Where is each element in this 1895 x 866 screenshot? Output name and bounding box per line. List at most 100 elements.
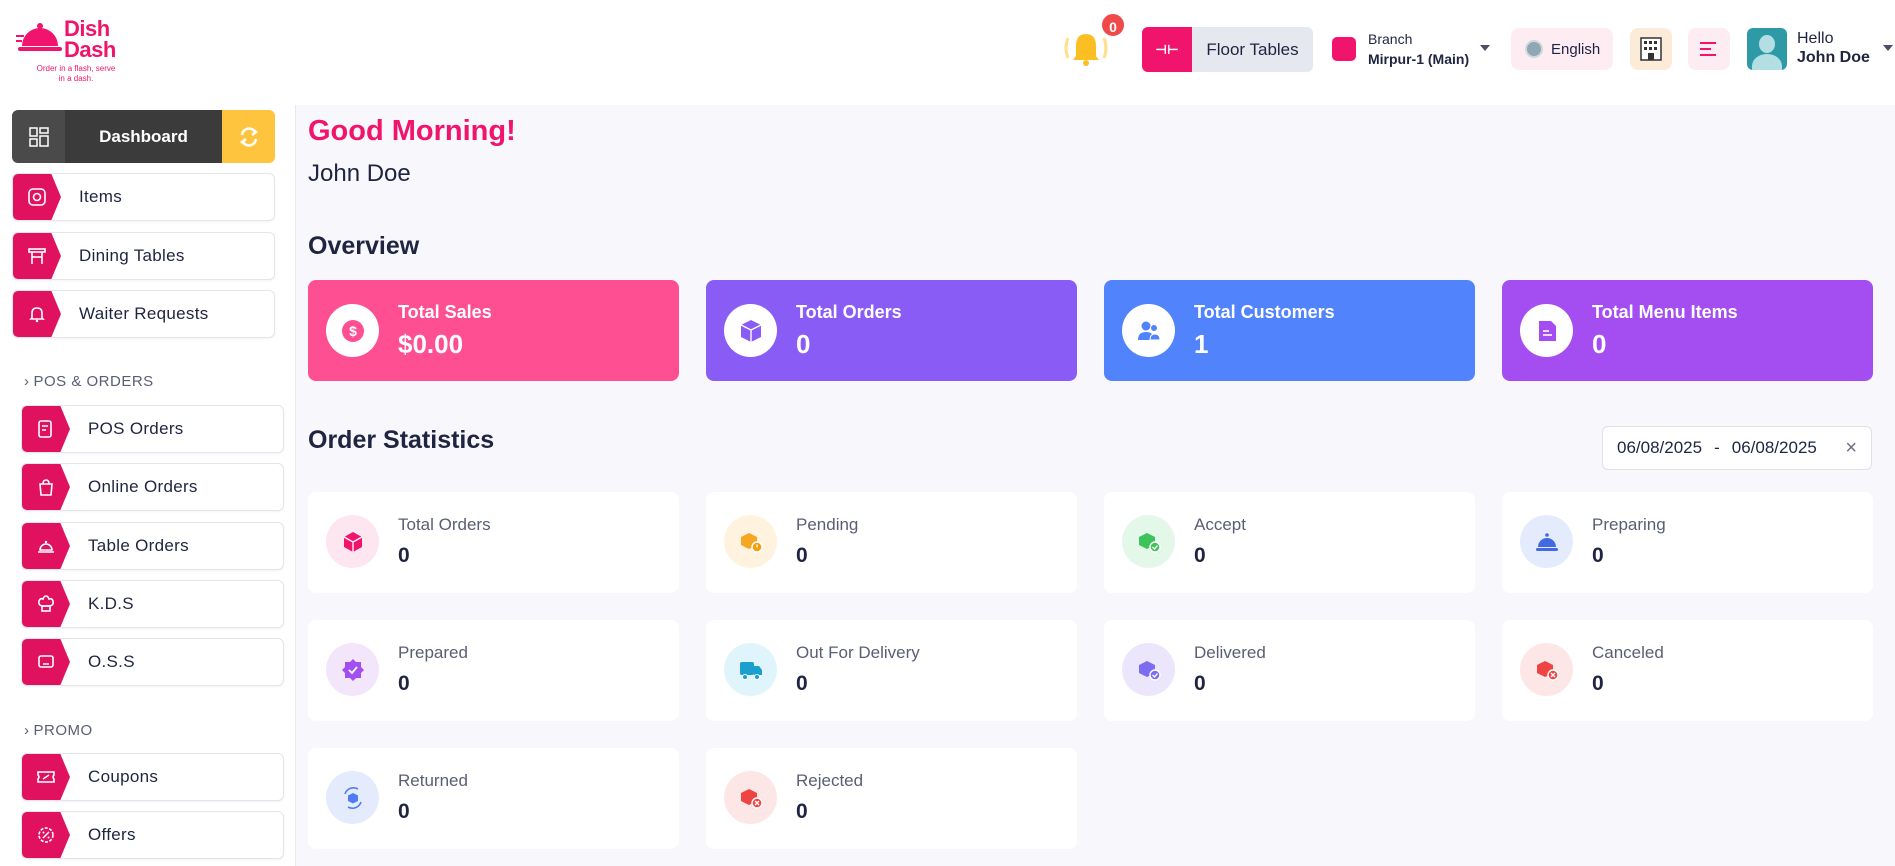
sidebar-item-table-orders[interactable]: Table Orders — [21, 522, 284, 570]
dashboard-button[interactable]: Dashboard — [12, 110, 275, 163]
align-left-icon — [1700, 42, 1716, 56]
sidebar-item-dining-tables[interactable]: Dining Tables — [12, 232, 275, 280]
date-from: 06/08/2025 — [1617, 438, 1703, 457]
accept-box-icon — [1122, 515, 1175, 568]
sidebar-item-offers[interactable]: Offers — [21, 811, 284, 859]
stat-card-pending[interactable]: Pending 0 — [706, 492, 1077, 593]
cloche-icon — [1520, 515, 1573, 568]
overview-card-value: 0 — [1592, 329, 1607, 359]
sidebar-item-kds[interactable]: K.D.S — [21, 580, 284, 628]
sidebar-section-pos-orders[interactable]: › POS & ORDERS — [24, 373, 154, 390]
receipt-icon — [22, 406, 70, 452]
shopping-bag-icon — [22, 464, 70, 510]
stat-label: Pending — [796, 515, 859, 534]
user-menu[interactable]: Hello John Doe — [1747, 27, 1895, 73]
ticket-icon — [22, 754, 70, 800]
cloche-icon — [22, 523, 70, 569]
overview-card-value: 1 — [1194, 329, 1209, 359]
sidebar-item-label: O.S.S — [88, 652, 135, 671]
floor-tables-icon: ⊣⊢ — [1142, 27, 1192, 72]
stat-value: 0 — [1194, 544, 1206, 567]
refresh-button[interactable] — [222, 110, 275, 163]
stat-label: Out For Delivery — [796, 643, 920, 662]
overview-card-value: $0.00 — [398, 329, 464, 359]
sidebar-item-oss[interactable]: O.S.S — [21, 638, 284, 686]
sidebar-item-label: Offers — [88, 825, 136, 844]
pos-terminal-button[interactable] — [1630, 28, 1672, 70]
box-icon — [724, 304, 777, 357]
monitor-icon — [22, 639, 70, 685]
sidebar-item-label: Table Orders — [88, 536, 189, 555]
chef-hat-icon — [22, 581, 70, 627]
building-icon — [1640, 37, 1662, 61]
sidebar-item-waiter-requests[interactable]: Waiter Requests — [12, 290, 275, 338]
stat-value: 0 — [1592, 544, 1604, 567]
pending-box-icon — [724, 515, 777, 568]
verified-badge-icon — [326, 643, 379, 696]
sidebar-item-items[interactable]: Items — [12, 173, 275, 221]
sidebar-item-coupons[interactable]: Coupons — [21, 753, 284, 801]
stat-card-canceled[interactable]: Canceled 0 — [1502, 620, 1873, 721]
delivery-truck-icon — [724, 643, 777, 696]
stat-value: 0 — [796, 800, 808, 823]
language-selector[interactable]: English — [1511, 28, 1613, 70]
greeting-title: Good Morning! — [308, 115, 516, 147]
stat-value: 0 — [398, 544, 410, 567]
stat-card-prepared[interactable]: Prepared 0 — [308, 620, 679, 721]
stat-value: 0 — [1592, 672, 1604, 695]
app-logo[interactable]: Dish Dash Order in a flash, serve in a d… — [16, 18, 126, 83]
store-icon — [1332, 37, 1356, 61]
overview-card-total-menu-items[interactable]: Total Menu Items 0 — [1502, 280, 1873, 381]
overview-card-total-sales[interactable]: $ Total Sales $0.00 — [308, 280, 679, 381]
sidebar-item-online-orders[interactable]: Online Orders — [21, 463, 284, 511]
overview-title: Overview — [308, 232, 420, 260]
clear-date-icon[interactable]: × — [1845, 437, 1857, 460]
dining-table-icon — [13, 233, 61, 279]
stat-label: Accept — [1194, 515, 1246, 534]
chevron-right-icon: › — [24, 722, 30, 739]
overview-card-value: 0 — [796, 329, 811, 359]
menu-document-icon — [1520, 304, 1573, 357]
cloche-icon — [16, 23, 62, 51]
sidebar-section-promo[interactable]: › PROMO — [24, 722, 93, 739]
menu-toggle-button[interactable] — [1688, 28, 1730, 70]
date-range-picker[interactable]: 06/08/2025 - 06/08/2025 × — [1602, 426, 1872, 470]
section-title: PROMO — [33, 722, 93, 739]
stat-card-out-for-delivery[interactable]: Out For Delivery 0 — [706, 620, 1077, 721]
grid-icon — [12, 110, 65, 163]
stat-value: 0 — [796, 544, 808, 567]
sidebar-item-label: Waiter Requests — [79, 304, 209, 323]
stat-label: Delivered — [1194, 643, 1266, 662]
user-name: John Doe — [1797, 49, 1870, 66]
stat-card-returned[interactable]: Returned 0 — [308, 748, 679, 849]
overview-card-total-customers[interactable]: Total Customers 1 — [1104, 280, 1475, 381]
overview-card-label: Total Menu Items — [1592, 302, 1738, 322]
refresh-icon — [239, 126, 258, 147]
stat-label: Prepared — [398, 643, 468, 662]
notification-count-badge: 0 — [1100, 12, 1126, 38]
date-to: 06/08/2025 — [1731, 438, 1817, 457]
section-title: POS & ORDERS — [33, 373, 154, 390]
floor-tables-label: Floor Tables — [1206, 39, 1299, 59]
stat-card-preparing[interactable]: Preparing 0 — [1502, 492, 1873, 593]
globe-icon — [1525, 40, 1543, 58]
avatar — [1747, 28, 1787, 70]
stat-value: 0 — [398, 672, 410, 695]
sidebar-item-pos-orders[interactable]: POS Orders — [21, 405, 284, 453]
overview-card-label: Total Sales — [398, 302, 492, 322]
overview-card-label: Total Orders — [796, 302, 902, 322]
stat-card-accept[interactable]: Accept 0 — [1104, 492, 1475, 593]
stat-card-delivered[interactable]: Delivered 0 — [1104, 620, 1475, 721]
overview-card-total-orders[interactable]: Total Orders 0 — [706, 280, 1077, 381]
return-arrows-icon — [326, 771, 379, 824]
overview-card-label: Total Customers — [1194, 302, 1335, 322]
bell-icon — [13, 291, 61, 337]
sidebar-item-label: Coupons — [88, 767, 159, 786]
floor-tables-button[interactable]: ⊣⊢ Floor Tables — [1142, 27, 1313, 72]
svg-text:$: $ — [349, 323, 357, 339]
stat-card-total-orders[interactable]: Total Orders 0 — [308, 492, 679, 593]
stat-value: 0 — [1194, 672, 1206, 695]
stat-card-rejected[interactable]: Rejected 0 — [706, 748, 1077, 849]
discount-badge-icon — [22, 812, 70, 858]
branch-selector[interactable]: Branch Mirpur-1 (Main) — [1330, 29, 1500, 73]
